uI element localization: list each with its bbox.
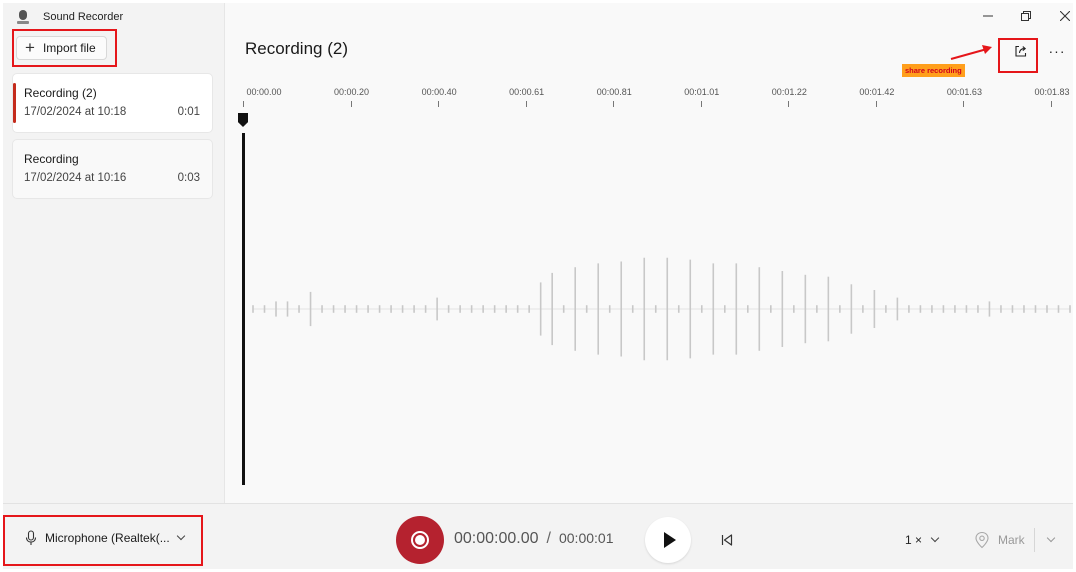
recording-name: Recording (24, 152, 79, 166)
timeline-tick-label: 00:00.00 (246, 87, 282, 97)
app-title-bar: Sound Recorder (17, 9, 123, 25)
annotation-arrow (950, 45, 992, 60)
recording-name: Recording (2) (24, 86, 97, 100)
time-separator: / (546, 530, 551, 547)
plus-icon: + (25, 37, 35, 57)
microphone-icon (17, 9, 29, 25)
waveform[interactable] (225, 113, 1073, 493)
minimize-button[interactable] (977, 7, 999, 25)
playhead-line (242, 133, 245, 485)
restore-icon (1021, 11, 1031, 21)
microphone-select[interactable]: Microphone (Realtek(... (17, 524, 192, 552)
mark-label: Mark (998, 533, 1025, 547)
timeline-tick-label: 00:01.42 (859, 87, 895, 97)
timeline-tick (243, 101, 244, 107)
playback-speed: 1 × (905, 533, 923, 547)
mark-button[interactable]: Mark (970, 526, 1029, 554)
recording-list-item[interactable]: Recording (2) 17/02/2024 at 10:18 0:01 (12, 73, 213, 133)
timeline-tick-label: 00:00.81 (596, 87, 632, 97)
selected-indicator (13, 83, 16, 123)
skip-to-start-button[interactable] (715, 528, 739, 552)
timeline-tick-label: 00:01.22 (771, 87, 807, 97)
minimize-icon (983, 15, 993, 17)
skip-to-start-icon (721, 534, 733, 546)
timeline-tick (350, 101, 352, 107)
sound-recorder-window: Sound Recorder + Import file Recording (… (3, 3, 1073, 569)
current-time: 00:00:00.00 (454, 530, 539, 547)
timeline-tick (963, 101, 965, 107)
share-annotation-label: share recording (902, 64, 965, 77)
more-options-icon: ··· (1048, 43, 1066, 59)
timeline-tick-label: 00:01.01 (684, 87, 720, 97)
timeline-ruler: 00:00.00 00:00.20 00:00.40 00:00.61 00:00.81… (225, 83, 1073, 111)
recording-date: 17/02/2024 at 10:18 (24, 106, 127, 118)
total-time: 00:00:01 (558, 530, 614, 546)
divider (1034, 528, 1035, 552)
record-button[interactable] (396, 516, 444, 564)
microphone-icon (25, 530, 37, 545)
timeline-tick-label: 00:01.83 (1034, 87, 1070, 97)
record-icon (411, 531, 429, 549)
timeline-tick (788, 101, 790, 107)
restore-button[interactable] (1015, 7, 1037, 25)
timeline-tick (700, 101, 702, 107)
import-file-button[interactable]: + Import file (16, 36, 107, 60)
chevron-down-icon (176, 531, 185, 541)
close-icon (1060, 11, 1070, 21)
microphone-name: Microphone (Realtek(... (45, 531, 170, 545)
chevron-down-icon (930, 533, 940, 543)
playback-bar: Microphone (Realtek(... 00:00:00.00 / 00… (3, 503, 1073, 569)
play-icon (664, 532, 676, 548)
mark-options-button[interactable] (1040, 528, 1062, 552)
waveform-graphic (252, 257, 1071, 361)
timeline-tick (875, 101, 877, 107)
recordings-sidebar: Sound Recorder + Import file Recording (… (3, 3, 225, 503)
timeline-tick-label: 00:00.20 (334, 87, 370, 97)
recording-duration: 0:01 (177, 106, 200, 118)
time-display: 00:00:00.00 / 00:00:01 (454, 530, 613, 548)
location-pin-icon (975, 531, 989, 549)
play-button[interactable] (645, 517, 691, 563)
recording-detail-pane: Recording (2) ··· share recording 00:00.… (225, 3, 1073, 503)
app-title: Sound Recorder (43, 11, 124, 23)
timeline-tick (525, 101, 527, 107)
timeline-tick (1051, 101, 1052, 107)
timeline-tick (438, 101, 440, 107)
timeline-tick (613, 101, 615, 107)
page-title: Recording (2) (245, 39, 348, 58)
share-button[interactable] (1008, 38, 1034, 64)
recording-date: 17/02/2024 at 10:16 (24, 172, 127, 184)
share-icon (1015, 45, 1027, 57)
timeline-tick-label: 00:01.63 (946, 87, 982, 97)
more-options-button[interactable]: ··· (1044, 38, 1070, 64)
recording-list-item[interactable]: Recording 17/02/2024 at 10:16 0:03 (12, 139, 213, 199)
recording-duration: 0:03 (177, 172, 200, 184)
timeline-tick-label: 00:00.40 (421, 87, 457, 97)
import-file-label: Import file (42, 41, 96, 55)
close-button[interactable] (1054, 7, 1073, 25)
chevron-down-icon (1046, 533, 1056, 543)
playback-speed-select[interactable]: 1 × (901, 528, 942, 552)
timeline-tick-label: 00:00.61 (509, 87, 545, 97)
